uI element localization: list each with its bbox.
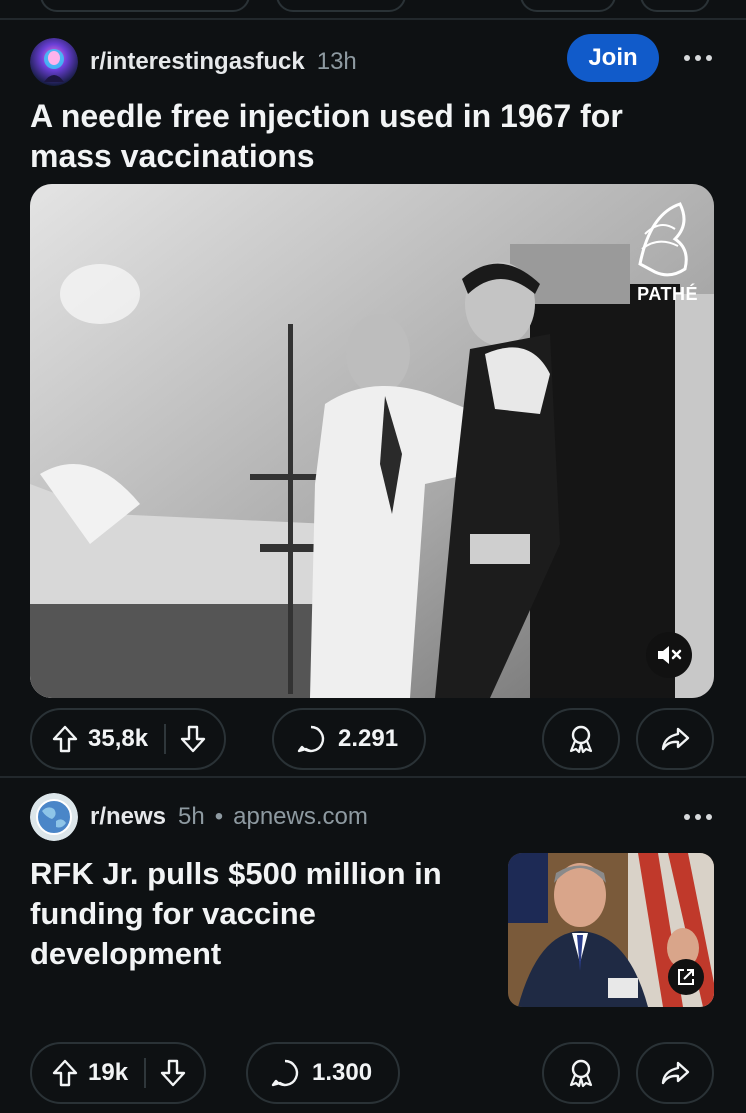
subreddit-name[interactable]: r/interestingasfuck — [90, 48, 305, 76]
share-icon — [661, 727, 690, 751]
previous-award-pill[interactable] — [520, 0, 616, 12]
post-card[interactable]: r/news 5h • apnews.com RFK Jr. pulls $50… — [0, 780, 746, 1113]
external-link-badge[interactable] — [668, 959, 704, 995]
post-time: 5h — [178, 803, 205, 830]
award-button[interactable] — [542, 708, 620, 770]
share-icon — [661, 1061, 690, 1085]
vote-controls: 19k — [30, 1042, 207, 1104]
post-card[interactable]: r/interestingasfuck 13h Join A needle fr… — [0, 20, 746, 778]
post-meta: r/interestingasfuck 13h — [30, 38, 357, 86]
mute-icon — [658, 646, 682, 664]
link-thumbnail[interactable] — [508, 853, 714, 1007]
post-action-bar: 35,8k 2.291 — [30, 708, 716, 770]
award-icon — [569, 1059, 593, 1088]
video-watermark: PATHÉ — [637, 284, 698, 304]
previous-share-pill[interactable] — [640, 0, 710, 12]
award-icon — [569, 725, 593, 754]
video-frame — [30, 184, 714, 698]
more-options-icon[interactable] — [678, 43, 718, 73]
vote-controls: 35,8k — [30, 708, 227, 770]
comment-icon — [297, 725, 325, 753]
source-domain[interactable]: apnews.com — [233, 803, 368, 831]
vote-divider — [144, 1058, 147, 1088]
subreddit-avatar[interactable] — [30, 793, 78, 841]
upvote-count: 19k — [88, 1059, 129, 1086]
more-options-icon[interactable] — [678, 802, 718, 832]
post-action-bar: 19k 1.300 — [30, 1042, 716, 1104]
comments-button[interactable]: 1.300 — [246, 1042, 401, 1104]
comments-button[interactable]: 2.291 — [272, 708, 427, 770]
post-time: 13h — [316, 48, 357, 75]
subreddit-name[interactable]: r/news — [90, 803, 166, 831]
share-button[interactable] — [636, 708, 714, 770]
comment-count: 2.291 — [338, 725, 399, 752]
video-player[interactable]: PATHÉ — [30, 184, 714, 698]
join-button[interactable]: Join — [567, 34, 659, 82]
comment-icon — [271, 1059, 299, 1087]
meta-separator: • — [214, 803, 224, 830]
upvote-icon[interactable] — [52, 1059, 78, 1087]
downvote-icon[interactable] — [180, 725, 206, 753]
mute-button[interactable] — [646, 632, 692, 678]
share-button[interactable] — [636, 1042, 714, 1104]
upvote-count: 35,8k — [88, 725, 149, 752]
upvote-icon[interactable] — [52, 725, 78, 753]
post-title[interactable]: RFK Jr. pulls $500 million in funding fo… — [30, 854, 490, 974]
previous-comment-pill[interactable] — [276, 0, 406, 12]
pathe-rooster-logo — [638, 202, 688, 277]
comment-count: 1.300 — [312, 1059, 373, 1086]
post-title[interactable]: A needle free injection used in 1967 for… — [30, 96, 690, 176]
post-meta: r/news 5h • apnews.com — [30, 793, 368, 841]
previous-post-action-bar — [0, 0, 746, 20]
vote-divider — [164, 724, 167, 754]
external-link-icon — [678, 969, 694, 985]
award-button[interactable] — [542, 1042, 620, 1104]
previous-vote-pill[interactable] — [40, 0, 250, 12]
downvote-icon[interactable] — [160, 1059, 186, 1087]
subreddit-avatar[interactable] — [30, 38, 78, 86]
